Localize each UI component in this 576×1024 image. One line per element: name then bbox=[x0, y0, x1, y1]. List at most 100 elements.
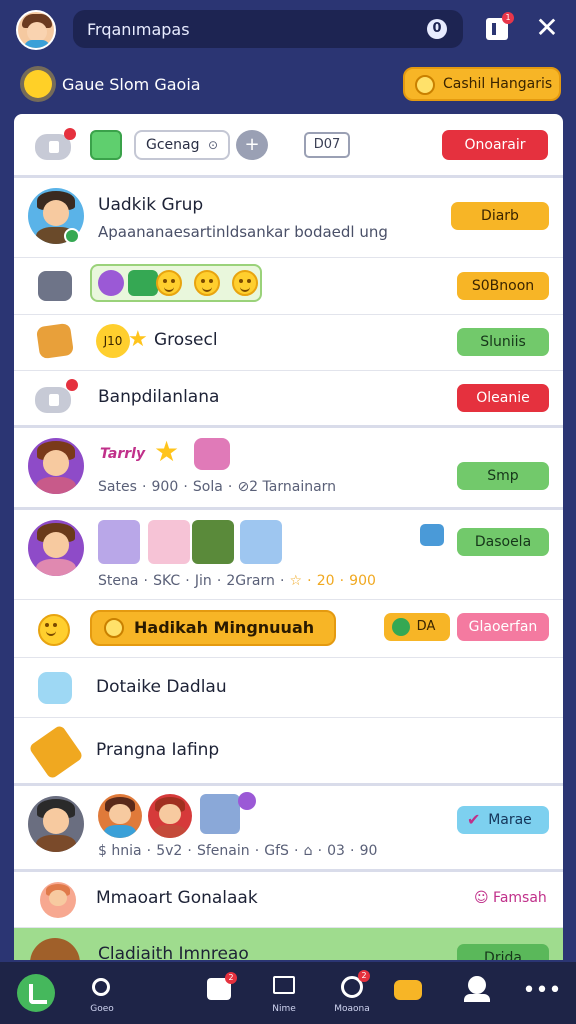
drida-button-label: Drida bbox=[484, 950, 522, 960]
gamepad-icon bbox=[35, 387, 71, 413]
app-grid-icon bbox=[420, 524, 444, 546]
search-icon bbox=[92, 978, 110, 996]
add-icon[interactable]: + bbox=[236, 130, 268, 160]
item-meta: Stena · SKC · Jin · 2Grarn · ☆ · 20 · 90… bbox=[98, 573, 376, 589]
game-thumbnail[interactable] bbox=[98, 520, 140, 564]
check-icon bbox=[128, 270, 158, 296]
coin-icon bbox=[392, 618, 410, 636]
smile-icon bbox=[194, 270, 220, 296]
smp-button-label: Smp bbox=[487, 468, 519, 484]
marae-button-label: Marae bbox=[488, 812, 532, 828]
count-chip[interactable]: D07 bbox=[304, 132, 350, 158]
list-item[interactable]: Uadkik Grup Apaananaesartinldsankar boda… bbox=[14, 178, 563, 258]
avatar bbox=[98, 794, 142, 838]
avatar bbox=[30, 938, 80, 960]
coin-icon bbox=[415, 75, 435, 95]
list-item[interactable]: $ hnia · 5v2 · Sfenain · GfS · ⌂ · 03 · … bbox=[14, 786, 563, 872]
s0bnoon-button-label: S0Bnoon bbox=[471, 278, 535, 294]
da-chip[interactable]: DA bbox=[384, 613, 450, 641]
badge-icon bbox=[238, 792, 256, 810]
avatar bbox=[28, 796, 84, 852]
sluniis-button[interactable]: Sluniis bbox=[457, 328, 549, 356]
famsah-link-label: Famsah bbox=[493, 890, 547, 906]
list-panel: Gcenag ⊙ + D07 Onoarair Uadkik Grup Apaa… bbox=[14, 114, 563, 960]
highlight-button[interactable]: Hadikah Mingnuuah bbox=[90, 610, 336, 646]
inbox-badge: 2 bbox=[225, 972, 237, 984]
notification-icon[interactable]: 1 bbox=[484, 12, 514, 42]
nav-item-chat[interactable] bbox=[392, 962, 424, 1024]
smile-icon bbox=[156, 270, 182, 296]
glaoerfan-button-label: Glaoerfan bbox=[468, 619, 538, 635]
list-item[interactable]: Cladiaith Imnreao Drida bbox=[14, 928, 563, 960]
sluniis-button-label: Sluniis bbox=[480, 334, 526, 350]
famsah-link[interactable]: ☺ Famsah bbox=[474, 890, 547, 906]
emoji-bar[interactable] bbox=[90, 264, 262, 302]
list-item[interactable]: S0Bnoon bbox=[14, 258, 563, 315]
nav-item-mail[interactable]: Nime bbox=[262, 962, 306, 1024]
sub-header: Gaue Slom Gaoia Cashil Hangaris bbox=[0, 62, 576, 108]
avatar bbox=[40, 882, 76, 918]
diarb-button[interactable]: Diarb bbox=[451, 202, 549, 230]
avatar bbox=[28, 520, 84, 576]
oleanie-button-label: Oleanie bbox=[476, 390, 530, 406]
search-badge-icon[interactable]: 0 bbox=[427, 19, 447, 39]
list-item[interactable]: Tarrly ★ Sates · 900 · Sola · ⊘2 Tarnain… bbox=[14, 428, 563, 510]
dasoela-button[interactable]: Dasoela bbox=[457, 528, 549, 556]
ghost-icon bbox=[38, 672, 72, 704]
list-item[interactable]: Stena · SKC · Jin · 2Grarn · ☆ · 20 · 90… bbox=[14, 510, 563, 600]
compass-badge: 2 bbox=[358, 970, 370, 982]
list-item[interactable]: Banpdilanlana Oleanie bbox=[14, 371, 563, 428]
search-value: Frqanımapas bbox=[87, 20, 190, 39]
star-icon: ★ bbox=[154, 435, 180, 468]
game-thumbnail[interactable] bbox=[148, 520, 190, 564]
profile-avatar[interactable] bbox=[16, 10, 56, 50]
item-title: Banpdilanlana bbox=[98, 387, 220, 407]
item-subtitle: Apaananaesartinldsankar bodaedl ung bbox=[98, 223, 388, 241]
highlight-button-label: Hadikah Mingnuuah bbox=[134, 618, 315, 637]
nav-item-inbox[interactable]: 2 bbox=[198, 962, 242, 1024]
banner-label: Tarrly bbox=[100, 446, 146, 462]
notification-count: 1 bbox=[502, 12, 514, 24]
onoarair-button-label: Onoarair bbox=[464, 137, 526, 153]
list-item[interactable]: Dotaike Dadlau bbox=[14, 658, 563, 718]
search-input[interactable]: Frqanımapas 0 bbox=[73, 10, 463, 48]
game-thumbnail[interactable] bbox=[192, 520, 234, 564]
onoarair-button[interactable]: Onoarair bbox=[442, 130, 548, 160]
item-title: Grosecl bbox=[154, 330, 218, 350]
filter-chip[interactable]: Gcenag ⊙ bbox=[134, 130, 230, 160]
game-thumbnail[interactable] bbox=[240, 520, 282, 564]
chat-icon bbox=[394, 980, 422, 1000]
s0bnoon-button[interactable]: S0Bnoon bbox=[457, 272, 549, 300]
oleanie-button[interactable]: Oleanie bbox=[457, 384, 549, 412]
home-icon[interactable] bbox=[17, 974, 55, 1012]
page-title: Gaue Slom Gaoia bbox=[62, 75, 201, 94]
nav-item-profile[interactable] bbox=[460, 962, 494, 1024]
alert-dot-icon bbox=[64, 128, 76, 140]
avatar bbox=[28, 438, 84, 494]
smp-button[interactable]: Smp bbox=[457, 462, 549, 490]
list-item[interactable]: Mmaoart Gonalaak ☺ Famsah bbox=[14, 872, 563, 928]
purple-badge-icon bbox=[98, 270, 124, 296]
coin-icon bbox=[104, 618, 124, 638]
close-icon[interactable]: ✕ bbox=[533, 14, 561, 42]
nav-item-compass[interactable]: 2 Moaona bbox=[328, 962, 376, 1024]
game-icon[interactable] bbox=[90, 130, 122, 160]
game-thumbnail[interactable] bbox=[200, 794, 240, 834]
glaoerfan-button[interactable]: Glaoerfan bbox=[457, 613, 549, 641]
item-title: Cladiaith Imnreao bbox=[98, 944, 249, 960]
smile-icon bbox=[38, 614, 70, 646]
list-item[interactable]: Prangna Iafinp bbox=[14, 718, 563, 786]
list-item[interactable]: Hadikah Mingnuuah DA Glaoerfan bbox=[14, 600, 563, 658]
list-item[interactable]: J10 ★ Grosecl Sluniis bbox=[14, 315, 563, 371]
smile-icon bbox=[232, 270, 258, 296]
marae-button[interactable]: ✔ Marae bbox=[457, 806, 549, 834]
brush-icon bbox=[28, 724, 84, 780]
drida-button[interactable]: Drida bbox=[457, 944, 549, 960]
cashil-button[interactable]: Cashil Hangaris bbox=[403, 67, 561, 101]
more-icon[interactable]: ••• bbox=[520, 962, 564, 1024]
nav-item-search[interactable]: Goeo bbox=[80, 962, 124, 1024]
star-icon: ★ bbox=[128, 327, 148, 352]
avatar bbox=[148, 794, 192, 838]
gift-icon bbox=[194, 438, 230, 470]
bottom-navigation: Goeo 2 Nime 2 Moaona ••• bbox=[0, 962, 576, 1024]
